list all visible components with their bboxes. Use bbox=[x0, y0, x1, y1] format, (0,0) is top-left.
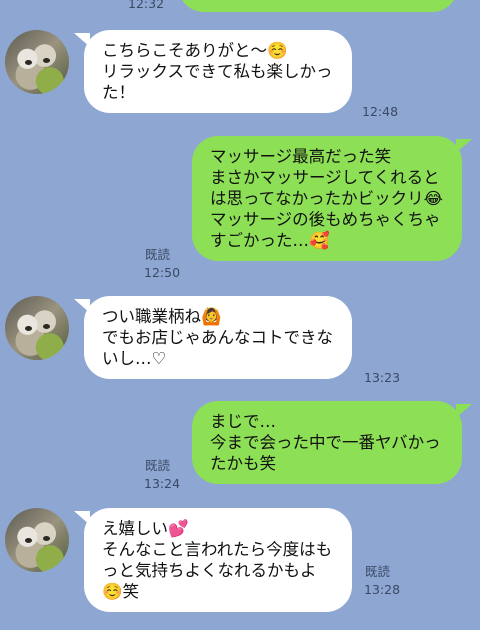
avatar-eye bbox=[25, 538, 32, 543]
read-receipt: 既読 bbox=[145, 458, 171, 473]
sender-avatar[interactable] bbox=[5, 508, 69, 572]
avatar-eye bbox=[43, 58, 50, 63]
message-time: 12:50 bbox=[144, 265, 181, 280]
top-timestamp: 12:32 bbox=[128, 0, 165, 11]
tail-right bbox=[456, 404, 472, 418]
message-bubble-sent[interactable]: まじで… 今まで会った中で一番ヤバかったかも笑 bbox=[192, 401, 462, 484]
message-time: 13:23 bbox=[364, 370, 401, 385]
message-bubble-received[interactable]: え嬉しい💕 そんなこと言われたら今度はもっと気持ちよくなれるかもよ☺️笑 bbox=[84, 508, 352, 612]
partial-green-bubble bbox=[178, 0, 458, 12]
avatar-eye bbox=[43, 324, 50, 329]
tail-right bbox=[456, 139, 472, 153]
message-time: 12:48 bbox=[362, 104, 399, 119]
message-time: 13:28 bbox=[364, 582, 401, 597]
message-time: 13:24 bbox=[144, 476, 181, 491]
avatar-eye bbox=[25, 326, 32, 331]
message-bubble-sent[interactable]: マッサージ最高だった笑 まさかマッサージしてくれるとは思ってなかったかビックリ😂… bbox=[192, 136, 462, 261]
avatar-eye bbox=[25, 60, 32, 65]
message-bubble-received[interactable]: つい職業柄ね🙆 でもお店じゃあんなコトできないし…♡ bbox=[84, 296, 352, 379]
sender-avatar[interactable] bbox=[5, 296, 69, 360]
read-receipt: 既読 bbox=[365, 564, 391, 579]
message-bubble-received[interactable]: こちらこそありがと〜☺️ リラックスできて私も楽しかった！ bbox=[84, 30, 352, 113]
sender-avatar[interactable] bbox=[5, 30, 69, 94]
avatar-eye bbox=[43, 536, 50, 541]
read-receipt: 既読 bbox=[145, 247, 171, 262]
